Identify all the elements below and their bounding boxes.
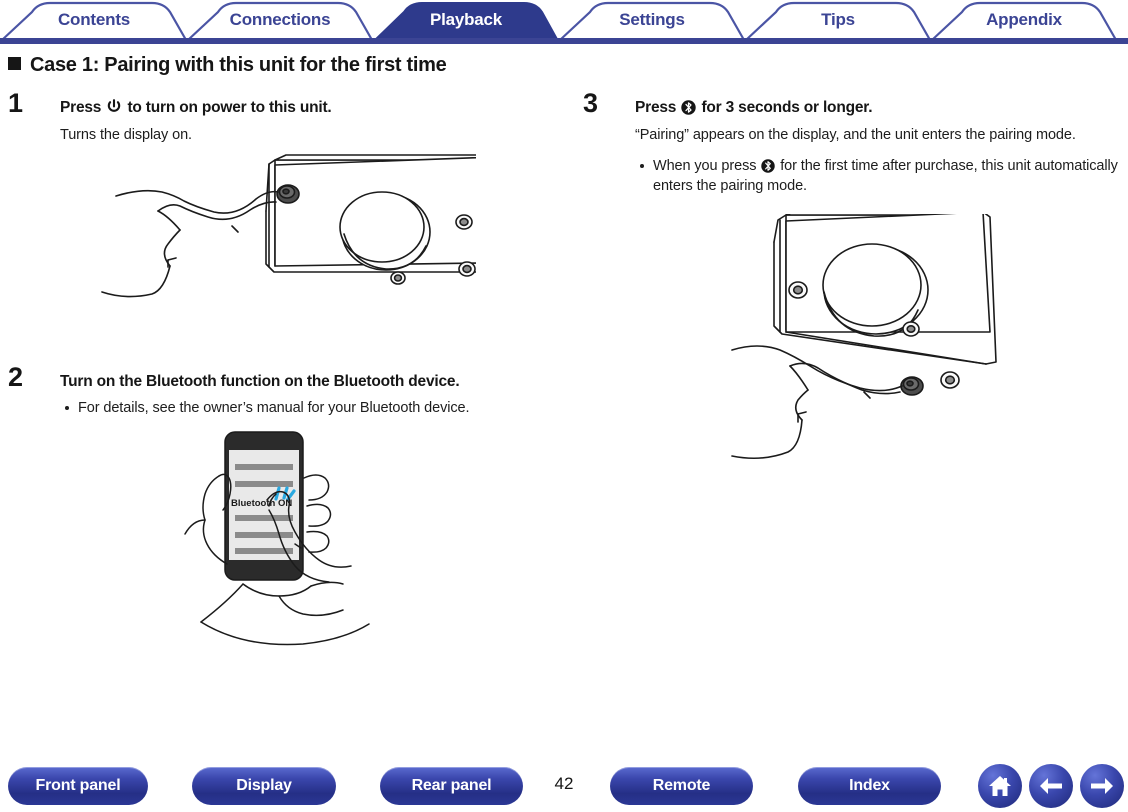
step-1-body: Press to turn on power to this unit. Tur… [60,98,548,146]
tab-appendix[interactable]: Appendix [964,8,1084,32]
step-3-bullet-1-before: When you press [653,157,761,174]
nav-button-display[interactable]: Display [192,767,336,805]
home-button[interactable] [978,764,1022,808]
page-number: 42 [554,774,574,793]
bluetooth-icon [681,100,697,115]
nav-button-index[interactable]: Index [798,767,941,805]
figure-smartphone-bluetooth-on: Bluetooth ON [183,424,548,659]
step-1-heading: Press to turn on power to this unit. [60,98,548,117]
step-3-heading: Press for 3 seconds or longer. [635,98,1123,117]
step-2-body: Turn on the Bluetooth function on the Bl… [60,372,548,418]
step-1-heading-after: to turn on power to this unit. [123,99,332,116]
figure-press-power-button [96,154,548,354]
tab-bar-shapes [0,1,1128,44]
step-1: 1 Press to turn on power to this unit. T… [8,90,548,146]
arrow-right-icon [1091,778,1113,794]
step-1-subtext: Turns the display on. [60,127,192,144]
step-3-bullets: When you press for the first time after … [635,156,1123,196]
figure-press-bluetooth-button [728,213,1123,469]
back-button[interactable] [1029,764,1073,808]
page-title: Case 1: Pairing with this unit for the f… [8,54,447,77]
home-icon [989,776,1011,796]
step-3: 3 Press for 3 seconds or longer. “Pairin… [583,90,1123,196]
step-3-body: Press for 3 seconds or longer. “Pairing”… [635,98,1123,196]
page-title-text: Case 1: Pairing with this unit for the f… [30,54,447,76]
top-tab-bar: Contents Connections Playback Settings T… [0,0,1128,44]
figure-2-caption: Bluetooth ON [231,498,292,509]
tab-tips[interactable]: Tips [778,8,898,32]
step-3-bullet-1: When you press for the first time after … [635,156,1123,196]
nav-button-rear-panel[interactable]: Rear panel [380,767,523,805]
tab-connections[interactable]: Connections [220,8,340,32]
step-1-number: 1 [8,88,24,118]
nav-button-remote[interactable]: Remote [610,767,753,805]
step-2: 2 Turn on the Bluetooth function on the … [8,363,548,418]
power-icon [106,99,122,115]
step-3-heading-before: Press [635,99,681,116]
nav-button-front-panel[interactable]: Front panel [8,767,148,805]
tab-settings[interactable]: Settings [592,8,712,32]
step-3-subtext: “Pairing” appears on the display, and th… [635,127,1076,144]
left-column: 1 Press to turn on power to this unit. T… [8,90,548,659]
arrow-left-icon [1040,778,1062,794]
bottom-navigation-bar: Front panel Display Rear panel 42 Remote… [0,760,1128,812]
tab-contents[interactable]: Contents [34,8,154,32]
square-bullet-icon [8,57,21,70]
step-2-bullet-1: For details, see the owner’s manual for … [60,398,548,418]
step-2-number: 2 [8,361,24,392]
tab-playback[interactable]: Playback [406,8,526,32]
step-2-bullet-1-text: For details, see the owner’s manual for … [78,400,470,417]
step-3-number: 3 [583,88,599,118]
forward-button[interactable] [1080,764,1124,808]
right-column: 3 Press for 3 seconds or longer. “Pairin… [583,90,1123,469]
bluetooth-icon [761,159,776,173]
step-2-heading: Turn on the Bluetooth function on the Bl… [60,372,460,390]
step-2-bullets: For details, see the owner’s manual for … [60,398,548,418]
step-1-heading-before: Press [60,99,106,116]
step-3-heading-after: for 3 seconds or longer. [697,99,873,116]
